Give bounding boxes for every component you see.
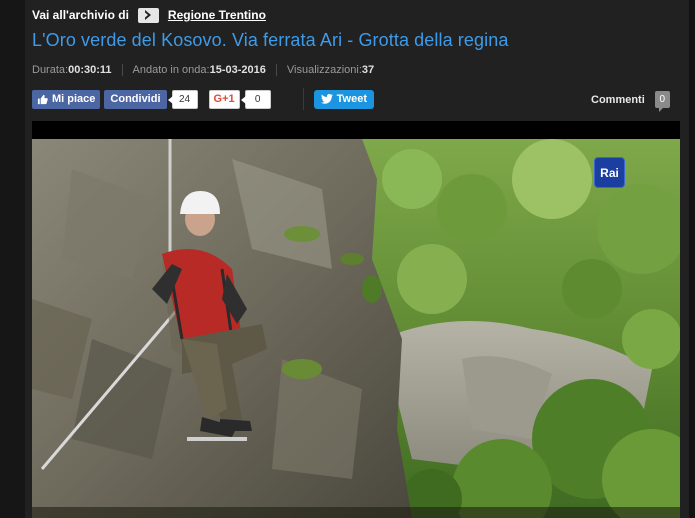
aired-value: 15-03-2016 <box>209 64 266 76</box>
video-frame <box>32 139 680 518</box>
aired-label: Andato in onda: <box>132 64 210 76</box>
divider <box>302 88 304 110</box>
video-title: L'Oro verde del Kosovo. Via ferrata Ari … <box>32 30 509 50</box>
comments-label: Commenti <box>591 93 645 106</box>
divider <box>121 64 123 76</box>
chevron-right-icon[interactable] <box>137 7 159 23</box>
tweet-button[interactable]: Tweet <box>313 89 374 109</box>
comments-link[interactable]: Commenti 0 <box>591 91 670 112</box>
archive-label: Vai all'archivio di <box>32 8 129 22</box>
views-label: Visualizzazioni: <box>286 64 362 76</box>
like-label: Mi piace <box>52 93 96 105</box>
duration-label: Durata: <box>32 64 69 76</box>
share-button[interactable]: Condividi <box>104 89 167 109</box>
scrollbar[interactable] <box>689 0 695 518</box>
like-button[interactable]: Mi piace <box>32 89 101 109</box>
duration-value: 00:30:11 <box>68 64 112 76</box>
tweet-label: Tweet <box>336 93 367 105</box>
archive-breadcrumb: Vai all'archivio di Regione Trentino <box>32 6 266 24</box>
archive-link[interactable]: Regione Trentino <box>168 8 266 22</box>
channel-logo: Rai <box>594 157 625 188</box>
divider <box>275 64 277 76</box>
comments-count: 0 <box>654 91 670 112</box>
twitter-bird-icon <box>320 94 333 104</box>
gplus-button[interactable]: G+1 <box>208 89 240 109</box>
left-margin <box>0 0 25 518</box>
share-count: 24 <box>167 89 198 109</box>
views-value: 37 <box>361 64 375 76</box>
video-meta: Durata: 00:30:11 Andato in onda: 15-03-201… <box>32 64 374 76</box>
gplus-count: 0 <box>240 89 271 109</box>
social-bar: Mi piace Condividi 24 G+1 0 Tweet <box>32 88 374 110</box>
video-player[interactable]: Rai <box>32 121 680 518</box>
thumbs-up-icon <box>37 94 48 104</box>
